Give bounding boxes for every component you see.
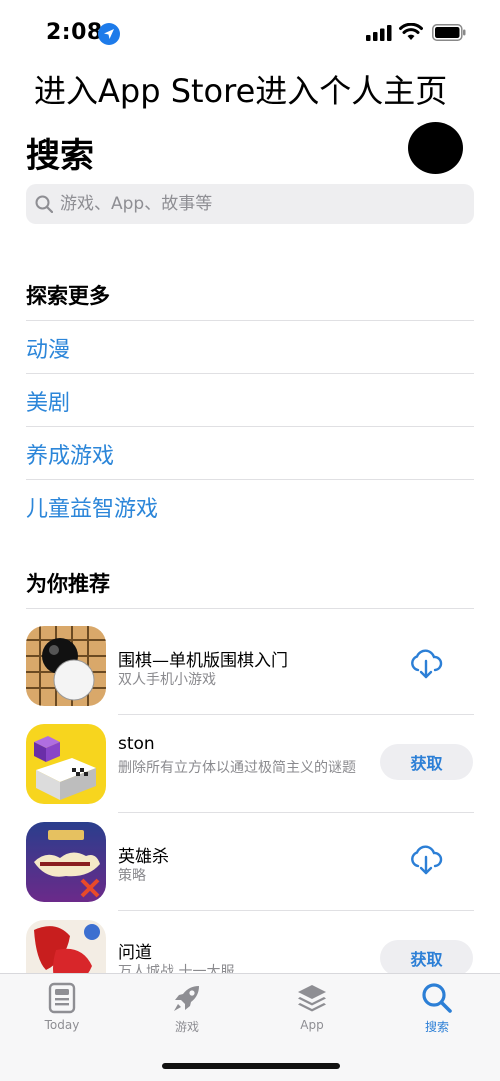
divider: [118, 714, 474, 715]
app-name: ston: [118, 734, 155, 754]
tab-label: 游戏: [174, 1020, 199, 1034]
page-title: 搜索: [26, 136, 94, 176]
tab-games[interactable]: 游戏: [147, 982, 227, 1044]
cloud-download-icon[interactable]: [408, 646, 444, 682]
app-name: 围棋—单机版围棋入门: [118, 651, 288, 671]
go-board-icon: [26, 626, 106, 706]
tab-today[interactable]: Today: [22, 982, 102, 1044]
search-bar[interactable]: [26, 184, 474, 224]
account-avatar[interactable]: [408, 122, 463, 174]
divider: [26, 426, 474, 427]
cloud-download-icon[interactable]: [408, 842, 444, 878]
tab-search[interactable]: 搜索: [397, 982, 477, 1044]
tab-label: 搜索: [424, 1020, 449, 1034]
search-icon: [35, 195, 53, 213]
today-icon: [48, 982, 76, 1014]
app-subtitle: 删除所有立方体以通过极简主义的谜题: [118, 760, 356, 776]
cellular-signal-icon: [366, 25, 392, 41]
app-name: 问道: [118, 943, 152, 963]
divider: [118, 812, 474, 813]
app-name: 英雄杀: [118, 847, 169, 867]
recommend-section-title: 为你推荐: [26, 572, 110, 596]
status-time: 2:08: [46, 20, 103, 45]
battery-icon: [432, 24, 466, 41]
tab-label: Today: [44, 1018, 80, 1032]
overlay-caption: 进入App Store进入个人主页: [34, 72, 448, 110]
rocket-icon: [174, 986, 199, 1011]
ston-cube-icon: [26, 724, 106, 804]
explore-section-title: 探索更多: [26, 284, 110, 308]
app-subtitle: 双人手机小游戏: [118, 672, 216, 688]
location-arrow-icon: [98, 23, 120, 45]
get-button[interactable]: 获取: [380, 744, 473, 780]
home-indicator[interactable]: [162, 1063, 340, 1069]
explore-item-kids-puzzle-games[interactable]: 儿童益智游戏: [26, 491, 158, 523]
divider: [26, 479, 474, 480]
search-icon: [422, 983, 452, 1013]
wifi-icon: [399, 23, 423, 40]
status-bar: 2:08: [0, 0, 500, 62]
divider: [26, 608, 474, 609]
divider: [118, 910, 474, 911]
hero-kill-icon: [26, 822, 106, 902]
tab-label: App: [300, 1018, 324, 1032]
app-subtitle: 策略: [118, 868, 146, 884]
layers-icon: [298, 985, 326, 1012]
get-button[interactable]: 获取: [380, 940, 473, 976]
tab-apps[interactable]: App: [272, 982, 352, 1044]
explore-item-anime[interactable]: 动漫: [26, 332, 70, 364]
divider: [26, 320, 474, 321]
search-input[interactable]: [60, 184, 460, 224]
divider: [26, 373, 474, 374]
explore-item-nurturing-games[interactable]: 养成游戏: [26, 438, 114, 470]
explore-item-us-drama[interactable]: 美剧: [26, 385, 70, 417]
